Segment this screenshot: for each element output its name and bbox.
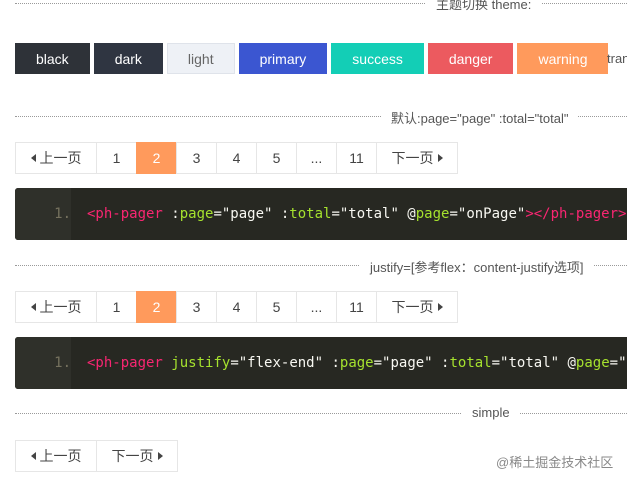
prev-page-button[interactable]: 上一页	[15, 291, 97, 323]
next-page-label: 下一页	[111, 448, 154, 464]
code-token: ="page" :	[213, 206, 290, 222]
page-number-4[interactable]: 4	[216, 291, 257, 323]
watermark: @稀土掘金技术社区	[496, 455, 614, 470]
code-token: ="total" @	[331, 206, 416, 222]
page-number-2[interactable]: 2	[136, 291, 177, 323]
caret-left-icon	[30, 303, 36, 311]
code-token: <ph-pager	[87, 206, 163, 222]
theme-button-black[interactable]: black	[15, 43, 90, 74]
caret-right-icon	[437, 154, 443, 162]
code-token: ="total" @	[491, 355, 576, 371]
code-token: total	[289, 206, 332, 222]
page-number-1[interactable]: 1	[96, 291, 137, 323]
page-number-4[interactable]: 4	[216, 142, 257, 174]
next-page-label: 下一页	[391, 150, 434, 166]
code-token: :	[162, 206, 180, 222]
code-token: ="page" :	[373, 355, 450, 371]
code-token: total	[449, 355, 492, 371]
theme-button-success[interactable]: success	[331, 43, 424, 74]
next-page-button[interactable]: 下一页	[376, 142, 458, 174]
caret-left-icon	[30, 154, 36, 162]
page-number-1[interactable]: 1	[96, 142, 137, 174]
simple-divider	[15, 413, 627, 415]
code-token: page	[415, 206, 450, 222]
page-number-2[interactable]: 2	[136, 142, 177, 174]
prev-page-label: 上一页	[39, 448, 82, 464]
code-token: ="onPage"	[449, 206, 526, 222]
code-line: <ph-pager :page="page" :total="total" @p…	[87, 188, 626, 240]
theme-section-label: 主题切换 theme:	[426, 0, 542, 13]
page-number-5[interactable]: 5	[256, 291, 297, 323]
simple-section-label: simple	[462, 405, 520, 420]
code-token: ></ph-pager>	[525, 206, 627, 222]
prev-page-button[interactable]: 上一页	[15, 440, 97, 472]
line-number-gutter: 1.	[15, 188, 71, 240]
line-number: 1.	[54, 355, 71, 371]
line-number-gutter: 1.	[15, 337, 71, 389]
page-number-3[interactable]: 3	[176, 291, 217, 323]
code-token: page	[575, 355, 610, 371]
default-pager: 上一页 1 2 3 4 5... 11 下一页	[15, 142, 458, 174]
prev-page-label: 上一页	[39, 299, 82, 315]
page-ellipsis[interactable]: ...	[296, 142, 337, 174]
next-page-label: 下一页	[391, 299, 434, 315]
code-token: page	[339, 355, 374, 371]
default-section-label: 默认:page="page" :total="total"	[381, 108, 579, 127]
prev-page-label: 上一页	[39, 150, 82, 166]
theme-button-dark[interactable]: dark	[93, 43, 163, 74]
default-code-block: 1. <ph-pager :page="page" :total="total"…	[15, 188, 627, 240]
code-token: <ph-pager	[87, 355, 163, 371]
code-line: <ph-pager justify="flex-end" :page="page…	[87, 337, 627, 389]
theme-button-primary[interactable]: primary	[238, 43, 328, 74]
theme-button-row: black dark light primary success danger warnin…	[15, 43, 609, 74]
caret-left-icon	[30, 452, 36, 460]
prev-page-button[interactable]: 上一页	[15, 142, 97, 174]
page-ellipsis[interactable]: ...	[296, 291, 337, 323]
page-number-3[interactable]: 3	[176, 142, 217, 174]
line-number: 1.	[54, 206, 71, 222]
code-token: ="flex-end" :	[230, 355, 340, 371]
code-token: page	[179, 206, 214, 222]
theme-button-danger[interactable]: danger	[427, 43, 514, 74]
theme-button-transparent-partial[interactable]: tran	[607, 51, 627, 66]
code-token: ="o	[609, 355, 627, 371]
page-number-11[interactable]: 11	[336, 142, 377, 174]
justify-pager: 上一页 1 2 3 4 5... 11 下一页	[15, 291, 458, 323]
theme-button-warning[interactable]: warning	[517, 43, 609, 74]
page-number-5[interactable]: 5	[256, 142, 297, 174]
caret-right-icon	[437, 303, 443, 311]
justify-code-block: 1. <ph-pager justify="flex-end" :page="p…	[15, 337, 627, 389]
next-page-button[interactable]: 下一页	[96, 440, 178, 472]
simple-pager: 上一页 下一页	[15, 440, 178, 472]
justify-section-label: justify=[参考flex：content-justify选项]	[360, 257, 594, 276]
theme-button-light[interactable]: light	[166, 43, 235, 74]
caret-right-icon	[157, 452, 163, 460]
code-token: justify	[171, 355, 231, 371]
next-page-button[interactable]: 下一页	[376, 291, 458, 323]
page-number-11[interactable]: 11	[336, 291, 377, 323]
